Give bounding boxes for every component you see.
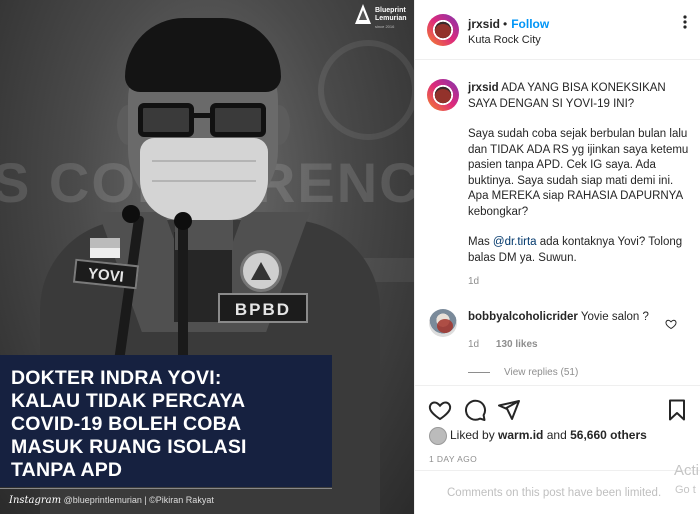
likes-others[interactable]: 56,660 others: [570, 428, 647, 442]
post-actions: [415, 385, 700, 433]
headline-line: TANPA APD: [11, 459, 123, 481]
person-hair: [125, 18, 281, 92]
person-glasses: [138, 103, 268, 139]
follow-button[interactable]: Follow: [511, 17, 549, 31]
face-mask-fold: [152, 180, 256, 182]
comment-icon[interactable]: [463, 398, 487, 422]
face-mask-fold: [152, 160, 256, 162]
likes-prefix: Liked by: [450, 428, 499, 443]
view-replies-button[interactable]: View replies (51): [468, 367, 578, 378]
comment-age[interactable]: 1d: [468, 339, 479, 350]
post-caption: jrxsid ADA YANG BISA KONEKSIKAN SAYA DEN…: [468, 81, 690, 290]
headline-box: DOKTER INDRA YOVI: KALAU TIDAK PERCAYA C…: [0, 355, 332, 487]
likes-summary: Liked by warm.id and 56,660 others: [429, 427, 647, 445]
face-mask: [140, 138, 268, 220]
comment-text: Yovie salon ?: [580, 311, 649, 323]
microphone: [178, 222, 188, 362]
instagram-wordmark: Instagram: [9, 495, 62, 506]
comments-limited-bar: Comments on this post have been limited.: [415, 470, 700, 514]
post-header: jrxsid • Follow Kuta Rock City: [415, 0, 700, 60]
author-username[interactable]: jrxsid: [468, 17, 500, 31]
headline-line: KALAU TIDAK PERCAYA: [11, 390, 246, 412]
view-replies-label: View replies (51): [504, 367, 579, 378]
org-patch: BPBD: [218, 293, 308, 323]
comment-likes[interactable]: 130 likes: [496, 339, 538, 350]
separator-dot: •: [503, 17, 508, 31]
logo-line2: Lemurian: [375, 15, 407, 22]
like-icon[interactable]: [428, 398, 452, 422]
logo-line1: Blueprint: [375, 7, 406, 14]
caption-age[interactable]: 1d: [468, 274, 690, 290]
logo-tagline: since 2016: [375, 24, 395, 29]
comments-limited-text: Comments on this post have been limited.: [447, 487, 662, 499]
replies-divider: [468, 371, 490, 373]
share-icon[interactable]: [497, 398, 521, 422]
liker-avatar[interactable]: [429, 427, 447, 445]
mention-link[interactable]: @dr.tirta: [493, 236, 537, 248]
headline-line: COVID-19 BOLEH COBA: [11, 413, 242, 435]
likes-and: and: [543, 428, 571, 443]
commenter-avatar[interactable]: [429, 309, 457, 337]
bookmark-icon[interactable]: [665, 398, 689, 422]
bnpb-badge: [240, 250, 282, 292]
comment-like-icon[interactable]: [665, 318, 677, 330]
caption-text: Mas: [468, 236, 493, 248]
logo-mark-icon: [355, 4, 371, 24]
more-options-icon[interactable]: [677, 14, 693, 30]
liker-username[interactable]: warm.id: [498, 428, 543, 442]
microphone-head: [174, 212, 192, 230]
caption-username[interactable]: jrxsid: [468, 82, 499, 94]
commenter-username[interactable]: bobbyalcoholicrider: [468, 311, 578, 323]
caption-author-avatar[interactable]: [427, 79, 459, 111]
image-credit: Instagram @blueprintlemurian | ©Pikiran …: [9, 495, 214, 506]
blueprint-lemurian-logo: Blueprint Lemurian since 2016: [355, 3, 414, 35]
flag-patch: [90, 238, 120, 258]
background-decoration: [318, 40, 414, 140]
caption-paragraph: Saya sudah coba sejak berbulan bulan lal…: [468, 128, 689, 218]
comment: bobbyalcoholicrider Yovie salon ?: [468, 311, 668, 323]
credit-divider: [0, 488, 332, 489]
comment-meta: 1d 130 likes: [468, 339, 538, 350]
post-location[interactable]: Kuta Rock City: [468, 34, 541, 46]
post-sidebar: jrxsid • Follow Kuta Rock City jrxsid ADA …: [414, 0, 700, 514]
post-image[interactable]: S CONFERENCE YOVI BPBD Blueprint Lemuria…: [0, 0, 414, 514]
headline-line: MASUK RUANG ISOLASI: [11, 436, 247, 458]
credit-text: @blueprintlemurian | ©Pikiran Rakyat: [63, 495, 214, 505]
headline-line: DOKTER INDRA YOVI:: [11, 367, 222, 389]
windows-activation-watermark: Acti: [674, 462, 700, 479]
author-avatar[interactable]: [427, 14, 459, 46]
post-timestamp[interactable]: 1 DAY AGO: [429, 454, 477, 464]
windows-activation-subtext: Go t: [675, 484, 696, 496]
microphone-head: [122, 205, 140, 223]
